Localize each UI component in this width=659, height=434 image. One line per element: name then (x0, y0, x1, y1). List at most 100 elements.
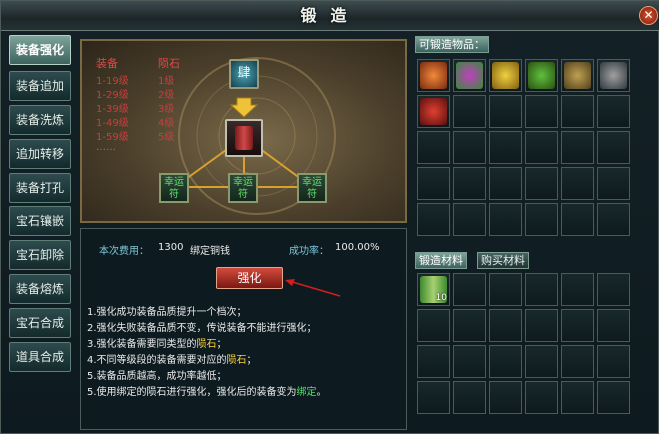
sidebar-item-append-transfer[interactable]: 追加转移 (9, 139, 71, 169)
item-slot[interactable] (453, 59, 486, 92)
item-slot[interactable] (525, 345, 558, 378)
item-slot[interactable]: 10 (417, 273, 450, 306)
item-slot[interactable] (525, 203, 558, 236)
sidebar-item-gem-remove[interactable]: 宝石卸除 (9, 240, 71, 270)
item-slot[interactable] (597, 273, 630, 306)
rule-highlight: 绑定 (296, 387, 317, 398)
item-slot[interactable] (597, 95, 630, 128)
stone-slot[interactable]: 肆 (229, 59, 259, 89)
item-slot[interactable] (453, 131, 486, 164)
item-slot[interactable] (417, 131, 450, 164)
item-slot[interactable] (561, 167, 594, 200)
item-slot[interactable] (453, 309, 486, 342)
item-slot[interactable] (525, 131, 558, 164)
helmet-icon (420, 62, 447, 89)
item-slot[interactable] (489, 309, 522, 342)
item-slot[interactable] (453, 95, 486, 128)
rule-highlight: 陨石 (226, 355, 247, 366)
item-slot[interactable] (417, 345, 450, 378)
sidebar-item-equip-enhance[interactable]: 装备强化 (9, 35, 71, 65)
item-slot[interactable] (597, 203, 630, 236)
lucky-charm-label: 符 (307, 189, 317, 200)
item-slot[interactable] (561, 273, 594, 306)
lucky-charm-slot-2[interactable]: 幸运 符 (228, 173, 258, 203)
item-slot[interactable] (417, 95, 450, 128)
item-slot[interactable] (561, 203, 594, 236)
table-cell-stone: 5级 (158, 132, 175, 143)
bow-icon (528, 62, 555, 89)
item-slot[interactable] (417, 59, 450, 92)
item-slot[interactable] (417, 203, 450, 236)
lucky-charm-slot-3[interactable]: 幸运 符 (297, 173, 327, 203)
item-slot[interactable] (417, 167, 450, 200)
item-slot[interactable] (417, 309, 450, 342)
title-bar[interactable]: 锻造 ✕ (1, 1, 659, 31)
rule-line-5: 5.装备品质越高，成功率越低； (87, 367, 227, 382)
success-rate-label: 成功率： (289, 246, 329, 257)
item-slot[interactable] (525, 273, 558, 306)
sidebar-item-equip-smelt[interactable]: 装备熔炼 (9, 274, 71, 304)
rule-text: 3.强化装备需要同类型的 (87, 339, 197, 350)
item-slot[interactable] (489, 167, 522, 200)
table-cell-equip: 1-19级 (96, 76, 129, 87)
lucky-charm-label: 幸运 (233, 177, 253, 188)
table-header-equip: 装备 (96, 57, 118, 70)
item-slot[interactable] (561, 309, 594, 342)
item-slot[interactable] (561, 345, 594, 378)
item-slot[interactable] (597, 345, 630, 378)
item-slot[interactable] (561, 381, 594, 414)
table-more: …… (96, 142, 116, 153)
item-slot[interactable] (597, 167, 630, 200)
item-slot[interactable] (561, 95, 594, 128)
sidebar-item-gem-inlay[interactable]: 宝石镶嵌 (9, 206, 71, 236)
tab-buy-materials[interactable]: 购买材料 (477, 252, 529, 269)
tab-forge-materials[interactable]: 锻造材料 (415, 252, 467, 269)
rule-text: 1.强化成功装备品质提升一个档次； (87, 307, 247, 318)
item-slot[interactable] (597, 59, 630, 92)
item-slot[interactable] (525, 381, 558, 414)
rule-text: 2.强化失败装备品质不变，传说装备不能进行强化； (87, 323, 317, 334)
item-slot[interactable] (597, 381, 630, 414)
table-cell-equip: 1-39级 (96, 104, 129, 115)
item-slot[interactable] (489, 273, 522, 306)
item-slot[interactable] (525, 309, 558, 342)
item-slot[interactable] (489, 203, 522, 236)
lucky-charm-slot-1[interactable]: 幸运 符 (159, 173, 189, 203)
item-slot[interactable] (453, 381, 486, 414)
item-slot[interactable] (453, 167, 486, 200)
amulet-icon (492, 62, 519, 89)
table-cell-equip: 1-49级 (96, 118, 129, 129)
rule-line-3: 3.强化装备需要同类型的陨石； (87, 335, 227, 350)
sidebar-item-socket[interactable]: 装备打孔 (9, 173, 71, 203)
item-slot[interactable] (525, 95, 558, 128)
enhance-button[interactable]: 强化 (216, 267, 283, 289)
sidebar-item-gem-combine[interactable]: 宝石合成 (9, 308, 71, 338)
item-slot[interactable] (561, 59, 594, 92)
item-slot[interactable] (453, 273, 486, 306)
item-slot[interactable] (417, 381, 450, 414)
sidebar-item-item-combine[interactable]: 道具合成 (9, 342, 71, 372)
item-slot[interactable] (561, 131, 594, 164)
armor-icon (235, 126, 253, 150)
sidebar-item-equip-append[interactable]: 装备追加 (9, 71, 71, 101)
item-count: 10 (435, 293, 447, 303)
staff-icon (456, 62, 483, 89)
blade-icon (600, 62, 627, 89)
item-slot[interactable] (453, 345, 486, 378)
item-slot[interactable] (597, 131, 630, 164)
item-slot[interactable] (489, 59, 522, 92)
item-slot[interactable] (489, 95, 522, 128)
close-icon[interactable]: ✕ (639, 6, 658, 25)
item-slot[interactable] (453, 203, 486, 236)
item-slot[interactable] (489, 381, 522, 414)
item-slot[interactable] (489, 131, 522, 164)
item-slot[interactable] (525, 59, 558, 92)
lucky-charm-label: 幸运 (302, 177, 322, 188)
item-slot[interactable] (597, 309, 630, 342)
sidebar-item-equip-refine[interactable]: 装备洗炼 (9, 105, 71, 135)
rule-text: 5.使用绑定的陨石进行强化，强化后的装备变为 (87, 387, 297, 398)
equipment-slot[interactable] (225, 119, 263, 157)
pointer-arrow-icon (285, 279, 341, 297)
item-slot[interactable] (525, 167, 558, 200)
item-slot[interactable] (489, 345, 522, 378)
